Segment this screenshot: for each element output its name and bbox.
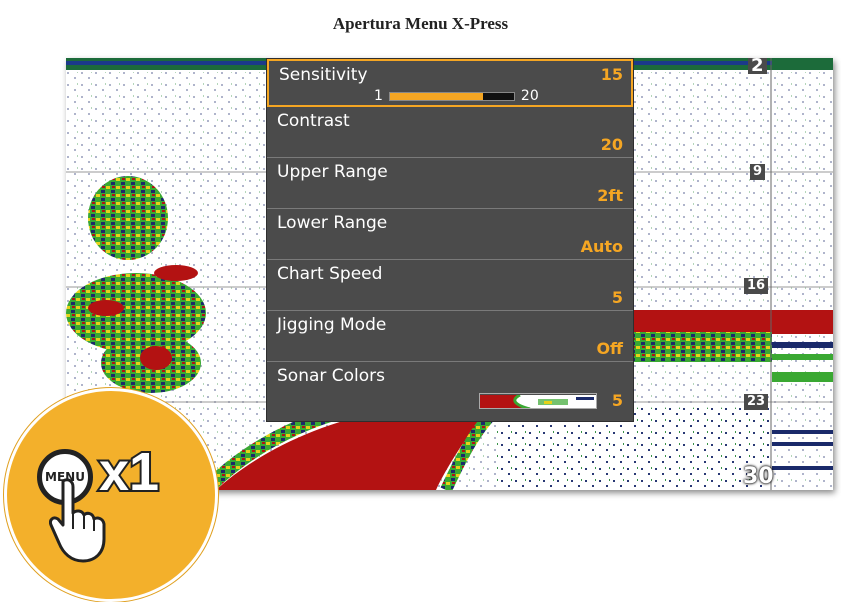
menu-item-value: 5 [611,391,623,410]
menu-item-label: Contrast [277,111,350,131]
menu-item-lower-range[interactable]: Lower Range Auto [267,209,633,260]
menu-item-label: Sensitivity [279,65,368,85]
x-press-menu: Sensitivity 15 1 20 Contrast 20 Upper Ra… [266,58,634,422]
menu-item-value: 20 [600,135,623,154]
menu-item-sensitivity[interactable]: Sensitivity 15 1 20 [267,59,633,107]
slider-min: 1 [374,88,383,104]
menu-item-upper-range[interactable]: Upper Range 2ft [267,158,633,209]
menu-item-chart-speed[interactable]: Chart Speed 5 [267,260,633,311]
depth-label-9: 9 [750,164,766,180]
menu-item-contrast[interactable]: Contrast 20 [267,107,633,158]
menu-item-jigging-mode[interactable]: Jigging Mode Off [267,311,633,362]
depth-label-16: 16 [744,278,769,294]
sensitivity-slider[interactable]: 1 20 [374,88,539,104]
menu-item-value: Off [596,339,623,358]
depth-label-23: 23 [744,394,769,410]
slider-max: 20 [520,88,539,104]
menu-item-value: 5 [611,288,623,307]
slider-track[interactable] [388,91,515,101]
menu-item-value: Auto [580,237,623,256]
pointing-hand-icon [49,478,106,563]
slider-fill [389,92,483,100]
menu-item-sonar-colors[interactable]: Sonar Colors 5 [267,362,633,413]
depth-label-2: 2 [748,58,767,75]
menu-item-label: Chart Speed [277,264,383,284]
menu-item-label: Sonar Colors [277,366,386,386]
sonar-color-swatch [479,393,597,409]
menu-item-value: 15 [600,65,623,84]
menu-item-value: 2ft [597,186,623,205]
menu-item-label: Jigging Mode [277,315,387,335]
page-title: Apertura Menu X-Press [332,14,509,33]
menu-item-label: Lower Range [277,213,388,233]
menu-press-badge: MENU x1 [4,388,218,602]
depth-label-30: 30 [743,464,774,489]
menu-item-label: Upper Range [277,162,388,182]
